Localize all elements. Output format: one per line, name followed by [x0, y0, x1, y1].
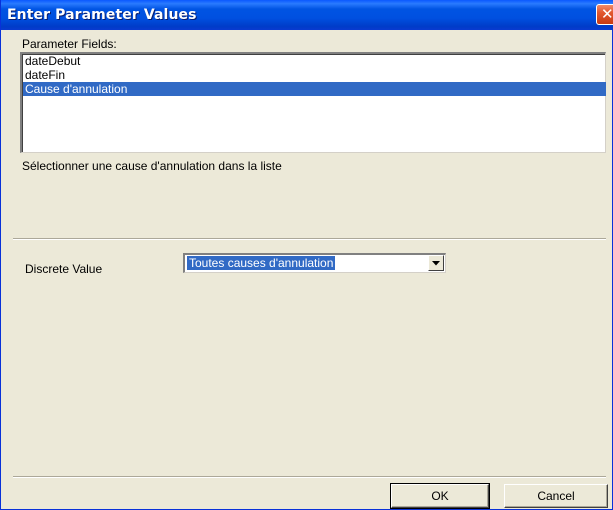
parameter-dialog: Enter Parameter Values ✕ Parameter Field…: [0, 0, 613, 510]
dropdown-arrow-button[interactable]: [428, 255, 444, 271]
discrete-value-dropdown[interactable]: Toutes causes d'annulation: [183, 253, 446, 273]
list-item-date-fin[interactable]: dateFin: [23, 68, 606, 82]
close-button[interactable]: ✕: [596, 4, 613, 25]
parameter-fields-label: Parameter Fields:: [22, 37, 117, 51]
window-title: Enter Parameter Values: [7, 7, 197, 23]
separator-bottom: [13, 476, 606, 478]
title-bar[interactable]: Enter Parameter Values ✕: [1, 0, 613, 30]
parameter-description: Sélectionner une cause d'annulation dans…: [22, 159, 282, 173]
ok-button[interactable]: OK: [390, 483, 490, 509]
close-icon: ✕: [601, 5, 613, 23]
separator-top: [13, 238, 606, 240]
list-item-date-debut[interactable]: dateDebut: [23, 54, 606, 68]
dropdown-selected-value: Toutes causes d'annulation: [185, 255, 337, 271]
chevron-down-icon: [432, 261, 440, 266]
list-item-cause-annulation[interactable]: Cause d'annulation: [23, 82, 606, 96]
parameter-fields-list[interactable]: dateDebut dateFin Cause d'annulation: [20, 52, 606, 153]
cancel-button[interactable]: Cancel: [504, 484, 608, 508]
discrete-value-label: Discrete Value: [25, 262, 103, 276]
